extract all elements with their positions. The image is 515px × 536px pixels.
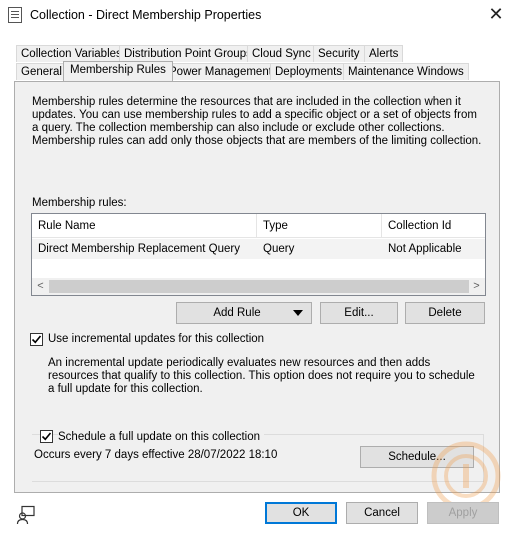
full-update-checkbox[interactable] (40, 430, 53, 443)
add-rule-label: Add Rule (213, 307, 261, 319)
membership-description: Membership rules determine the resources… (32, 96, 482, 147)
tab-general[interactable]: General (16, 63, 67, 80)
column-header-collection-id[interactable]: Collection Id (382, 214, 487, 238)
scroll-thumb[interactable] (49, 280, 469, 293)
edit-button[interactable]: Edit... (320, 302, 398, 324)
list-header: Rule Name Type Collection Id (32, 214, 485, 238)
full-update-label: Schedule a full update on this collectio… (58, 431, 265, 443)
table-row[interactable]: Direct Membership Replacement Query Quer… (32, 239, 485, 259)
tab-membership-rules[interactable]: Membership Rules (63, 61, 173, 81)
tab-alerts[interactable]: Alerts (364, 45, 404, 62)
ok-button[interactable]: OK (265, 502, 337, 524)
schedule-description: Occurs every 7 days effective 28/07/2022… (34, 449, 278, 461)
tab-cloud-sync[interactable]: Cloud Sync (247, 45, 316, 62)
tab-security[interactable]: Security (313, 45, 365, 62)
tab-power-management[interactable]: Power Management (164, 63, 277, 80)
dropdown-arrow-icon (293, 310, 303, 316)
user-feedback-icon[interactable] (16, 505, 36, 525)
tab-collection-variables[interactable]: Collection Variables (16, 45, 127, 62)
tab-deployments[interactable]: Deployments (270, 63, 348, 80)
apply-button[interactable]: Apply (427, 502, 499, 524)
column-header-type[interactable]: Type (257, 214, 382, 238)
incremental-updates-label: Use incremental updates for this collect… (48, 333, 265, 345)
scroll-left-icon[interactable]: < (32, 278, 49, 295)
incremental-updates-checkbox[interactable] (30, 333, 43, 346)
cancel-button[interactable]: Cancel (346, 502, 418, 524)
column-header-rule-name[interactable]: Rule Name (32, 214, 257, 238)
incremental-updates-help: An incremental update periodically evalu… (48, 357, 475, 395)
window-title: Collection - Direct Membership Propertie… (30, 8, 262, 22)
title-bar: Collection - Direct Membership Propertie… (0, 0, 515, 30)
rule-type-cell: Query (263, 243, 295, 255)
close-icon[interactable]: ✕ (485, 3, 507, 25)
horizontal-scrollbar[interactable]: < > (32, 278, 485, 295)
tab-maintenance-windows[interactable]: Maintenance Windows (343, 63, 469, 80)
tab-distribution-point-groups[interactable]: Distribution Point Groups (119, 45, 257, 62)
membership-rules-label: Membership rules: (32, 197, 127, 209)
collection-id-cell: Not Applicable (388, 243, 462, 255)
rule-name-cell: Direct Membership Replacement Query (38, 243, 240, 255)
document-properties-icon (8, 7, 22, 23)
add-rule-button[interactable]: Add Rule (176, 302, 312, 324)
checkmark-icon (31, 335, 42, 344)
membership-rules-list[interactable]: Rule Name Type Collection Id Direct Memb… (31, 213, 486, 296)
delete-button[interactable]: Delete (405, 302, 485, 324)
checkmark-icon (41, 432, 52, 441)
scroll-right-icon[interactable]: > (468, 278, 485, 295)
